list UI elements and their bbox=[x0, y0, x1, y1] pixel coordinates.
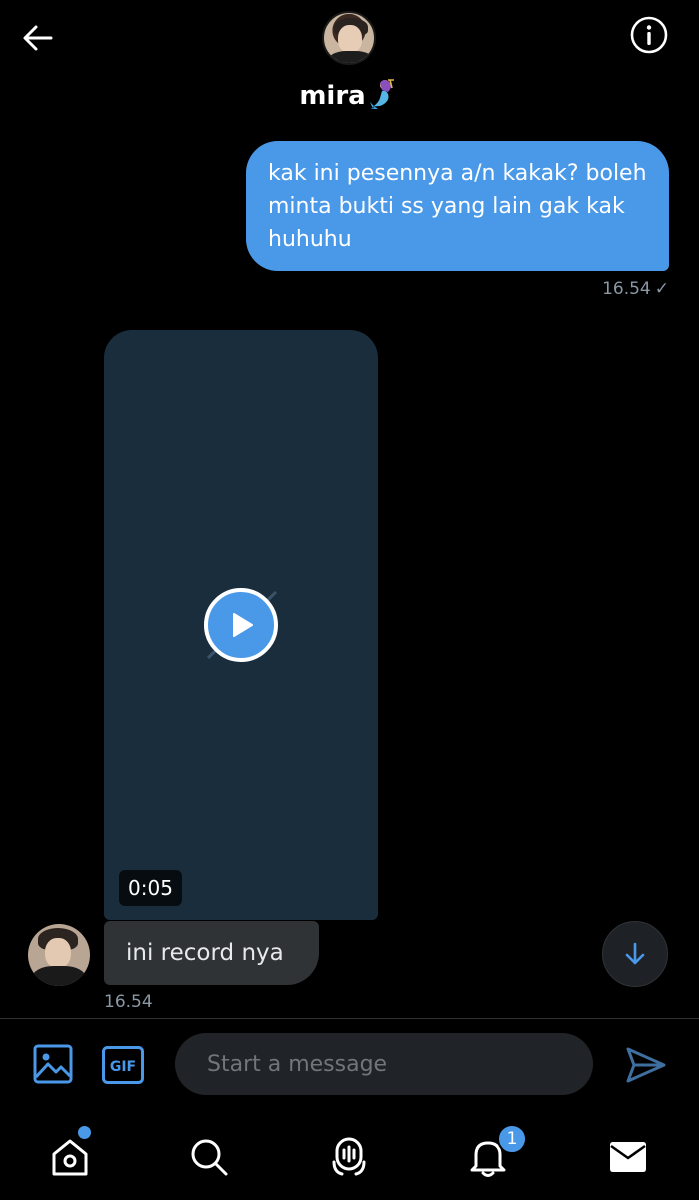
play-button[interactable] bbox=[204, 588, 278, 662]
outgoing-message-bubble[interactable]: kak ini pesennya a/n kakak? boleh minta … bbox=[246, 141, 669, 271]
tab-search[interactable] bbox=[186, 1134, 232, 1180]
add-media-button[interactable] bbox=[32, 1043, 74, 1085]
message-input[interactable] bbox=[175, 1033, 593, 1095]
contact-name-text: mira bbox=[299, 81, 366, 111]
envelope-icon bbox=[610, 1142, 646, 1172]
video-message[interactable]: 0:05 bbox=[104, 330, 378, 920]
sender-avatar[interactable] bbox=[28, 924, 90, 986]
contact-avatar[interactable] bbox=[322, 11, 376, 65]
contact-name[interactable]: mira bbox=[0, 78, 699, 111]
bottom-tab-bar bbox=[0, 1110, 699, 1200]
tab-home[interactable] bbox=[47, 1134, 93, 1180]
arrow-left-icon bbox=[23, 25, 53, 51]
scroll-to-bottom-button[interactable] bbox=[602, 921, 668, 987]
home-new-content-dot bbox=[78, 1126, 91, 1139]
incoming-message-timestamp: 16.54 bbox=[104, 992, 153, 1012]
outgoing-message-meta: 16.54 ✓ bbox=[602, 279, 669, 299]
incoming-message-bubble[interactable]: ini record nya bbox=[104, 921, 319, 985]
gif-label: GIF bbox=[110, 1059, 136, 1075]
tab-spaces[interactable] bbox=[326, 1134, 372, 1180]
send-icon bbox=[626, 1047, 666, 1083]
back-button[interactable] bbox=[18, 18, 58, 58]
tab-messages[interactable] bbox=[605, 1134, 651, 1180]
mermaid-emoji-icon bbox=[368, 78, 400, 110]
conversation-info-button[interactable] bbox=[629, 15, 669, 55]
microphone-icon bbox=[332, 1137, 366, 1176]
video-duration: 0:05 bbox=[119, 870, 182, 906]
sent-check-icon: ✓ bbox=[654, 279, 669, 299]
image-icon bbox=[33, 1044, 73, 1084]
search-icon bbox=[191, 1139, 228, 1176]
notification-count-badge: 1 bbox=[497, 1124, 527, 1154]
play-icon bbox=[233, 613, 253, 637]
dm-conversation-screen: mira kak ini pesennya a/n kakak? boleh m… bbox=[0, 0, 699, 1200]
home-icon bbox=[52, 1139, 88, 1176]
info-icon bbox=[630, 16, 668, 54]
gif-icon: GIF bbox=[102, 1046, 144, 1084]
arrow-down-icon bbox=[625, 942, 645, 965]
send-button[interactable] bbox=[624, 1043, 668, 1087]
conversation-header: mira bbox=[0, 0, 699, 125]
message-timestamp: 16.54 bbox=[602, 279, 651, 299]
composer-divider bbox=[0, 1018, 699, 1019]
add-gif-button[interactable]: GIF bbox=[101, 1045, 145, 1085]
